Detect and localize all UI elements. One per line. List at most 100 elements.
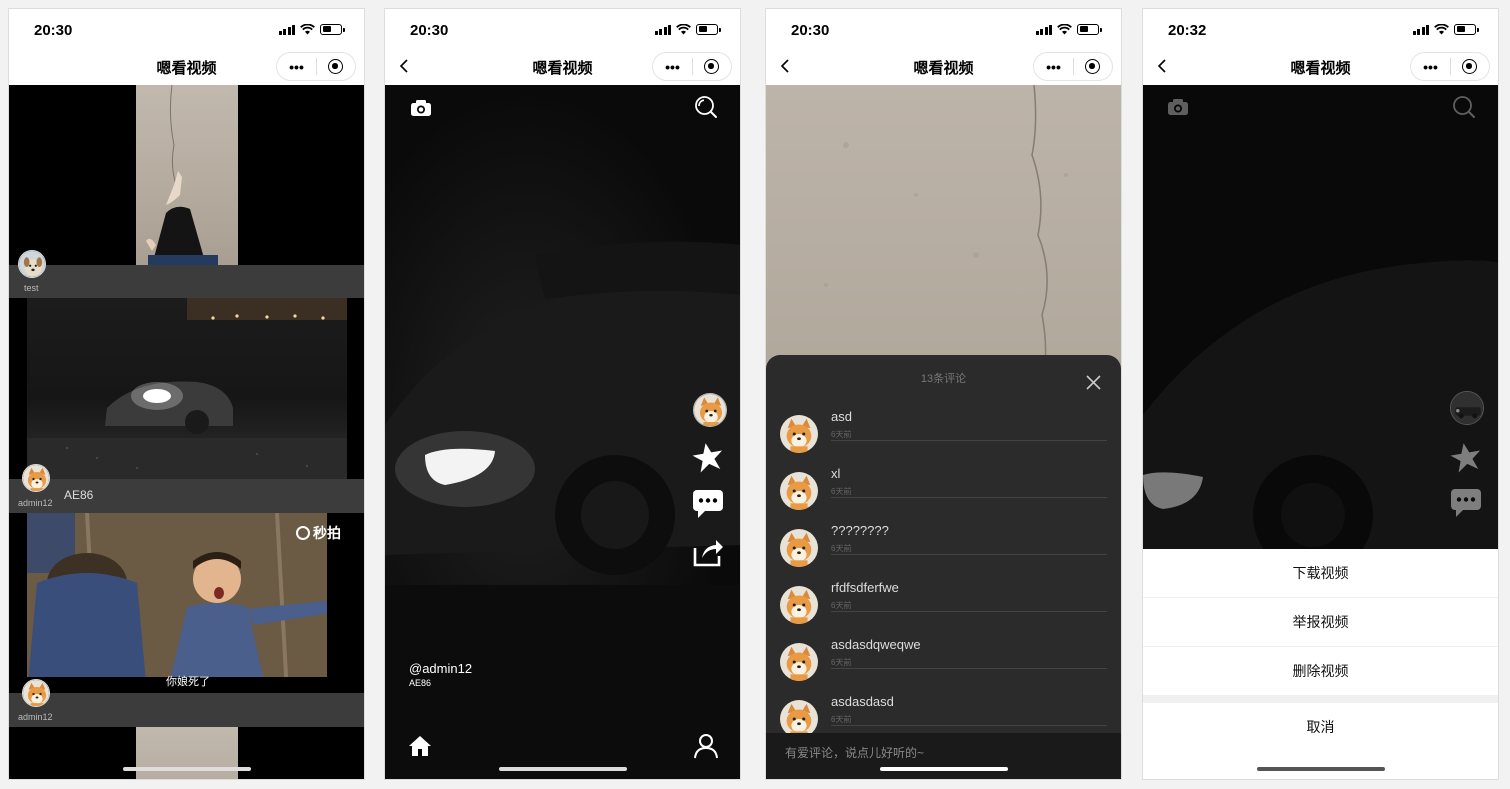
wifi-icon xyxy=(1434,23,1449,34)
wifi-icon xyxy=(676,23,691,34)
close-icon[interactable] xyxy=(1086,375,1101,390)
comment-text: ???????? xyxy=(831,523,889,538)
close-program-button[interactable] xyxy=(1451,59,1489,74)
search-icon[interactable] xyxy=(694,95,718,119)
user-avatar[interactable] xyxy=(22,464,50,492)
battery-icon xyxy=(1454,23,1479,35)
status-time: 20:30 xyxy=(791,22,830,39)
home-icon[interactable] xyxy=(408,735,432,757)
close-program-button[interactable] xyxy=(1074,59,1112,74)
night-car-image xyxy=(27,298,347,480)
comment-icon xyxy=(1451,489,1481,517)
comments-panel: 13条评论 asd 6天前 xl 6天前 ???????? 6天前 rfdfsd… xyxy=(766,355,1121,779)
concrete-floor-video-frame xyxy=(824,84,1068,376)
more-menu-button[interactable]: ••• xyxy=(653,60,692,74)
signal-icon xyxy=(1035,24,1052,35)
commenter-avatar[interactable] xyxy=(780,643,818,681)
target-icon xyxy=(328,59,344,74)
comment-text: rfdfsdferfwe xyxy=(831,580,899,595)
share-icon[interactable] xyxy=(692,536,724,568)
feed-item-bar xyxy=(9,693,364,727)
close-program-button[interactable] xyxy=(693,59,731,74)
status-time: 20:30 xyxy=(34,22,73,39)
commenter-avatar[interactable] xyxy=(780,529,818,567)
feed-item-bar xyxy=(9,479,364,513)
video-owner: @admin12 xyxy=(409,661,473,676)
nav-bar: 嗯看视频 ••• xyxy=(1143,47,1498,85)
feed-username: test xyxy=(24,283,39,293)
video-thumbnail-3[interactable]: 你娘死了 秒拍 xyxy=(27,512,349,694)
camera-ring-icon xyxy=(296,526,310,540)
comment-count: 13条评论 xyxy=(920,373,967,385)
download-video-option[interactable]: 下载视频 xyxy=(1143,549,1498,597)
commenter-avatar[interactable] xyxy=(780,415,818,453)
modal-overlay[interactable] xyxy=(1143,85,1498,549)
video-player[interactable] xyxy=(766,84,1121,376)
commenter-avatar[interactable] xyxy=(780,586,818,624)
phone-action-sheet-screen: 20:32 嗯看视频 ••• 下载视频 举报视频 删除视频 取消 xyxy=(1142,8,1499,780)
home-indicator xyxy=(879,767,1008,771)
wifi-icon xyxy=(300,23,315,34)
mini-program-capsule: ••• xyxy=(1410,52,1490,81)
comment-time: 6天前 xyxy=(831,715,852,724)
close-program-button[interactable] xyxy=(317,59,355,74)
search-icon xyxy=(1453,96,1475,118)
target-icon xyxy=(704,59,720,74)
video-feed: test admin12 AE86 你娘死了 秒拍 admin12 xyxy=(9,84,364,779)
comment-text: asdasdqweqwe xyxy=(831,637,921,652)
commenter-avatar[interactable] xyxy=(780,472,818,510)
feed-item-bar xyxy=(9,265,364,298)
signal-icon xyxy=(1412,24,1429,35)
star-icon[interactable] xyxy=(692,441,724,473)
user-avatar[interactable] xyxy=(18,250,46,278)
home-indicator xyxy=(498,767,627,771)
video-subtitle: 你娘死了 xyxy=(166,676,210,688)
video-thumbnail-4[interactable] xyxy=(136,727,238,779)
status-bar: 20:30 xyxy=(766,9,1121,47)
nav-bar: 嗯看视频 ••• xyxy=(385,47,740,85)
star-icon xyxy=(1450,443,1481,473)
profile-icon[interactable] xyxy=(694,733,718,759)
comment-text: asdasdasd xyxy=(831,694,894,709)
comment-time: 6天前 xyxy=(831,487,852,496)
feet-on-ground-image xyxy=(146,84,218,265)
mini-program-capsule: ••• xyxy=(276,52,356,81)
comment-text: xl xyxy=(831,466,841,481)
comment-time: 6天前 xyxy=(831,601,852,610)
comment-input[interactable]: 有爱评论，说点儿好听的~ xyxy=(766,733,1121,779)
comment-time: 6天前 xyxy=(831,658,852,667)
feed-username: admin12 xyxy=(18,498,53,508)
battery-icon xyxy=(696,23,721,35)
video-title: AE86 xyxy=(64,488,94,502)
more-menu-button[interactable]: ••• xyxy=(1411,60,1450,74)
status-time: 20:32 xyxy=(1168,22,1207,39)
video-description: AE86 xyxy=(409,678,432,688)
status-bar: 20:30 xyxy=(9,9,364,47)
battery-icon xyxy=(320,23,345,35)
camera-icon[interactable] xyxy=(410,99,432,117)
battery-icon xyxy=(1077,23,1102,35)
phone-comments-screen: 20:30 嗯看视频 ••• 13条评论 asd 6天前 xl 6天前 ????… xyxy=(765,8,1122,780)
action-sheet: 下载视频 举报视频 删除视频 取消 xyxy=(1143,549,1498,779)
user-avatar[interactable] xyxy=(22,679,50,707)
comment-item: asd 6天前 xyxy=(780,409,1107,470)
video-thumbnail-1[interactable] xyxy=(136,84,238,265)
nav-bar: 嗯看视频 ••• xyxy=(9,47,364,85)
video-thumbnail-2[interactable] xyxy=(27,298,347,480)
uploader-avatar[interactable] xyxy=(693,393,727,427)
report-video-option[interactable]: 举报视频 xyxy=(1143,598,1498,646)
comment-item: asdasdqweqwe 6天前 xyxy=(780,637,1107,698)
more-menu-button[interactable]: ••• xyxy=(1034,60,1073,74)
video-watermark: 秒拍 xyxy=(296,523,341,543)
delete-video-option[interactable]: 删除视频 xyxy=(1143,647,1498,695)
comment-text: asd xyxy=(831,409,852,424)
phone-player-screen: 20:30 嗯看视频 ••• @admin12 AE86 xyxy=(384,8,741,780)
comment-icon[interactable] xyxy=(692,489,724,519)
more-menu-button[interactable]: ••• xyxy=(277,60,316,74)
feed-username: admin12 xyxy=(18,712,53,722)
status-bar: 20:32 xyxy=(1143,9,1498,47)
comment-item: rfdfsdferfwe 6天前 xyxy=(780,580,1107,641)
target-icon xyxy=(1085,59,1101,74)
signal-icon xyxy=(654,24,671,35)
nav-bar: 嗯看视频 ••• xyxy=(766,47,1121,85)
